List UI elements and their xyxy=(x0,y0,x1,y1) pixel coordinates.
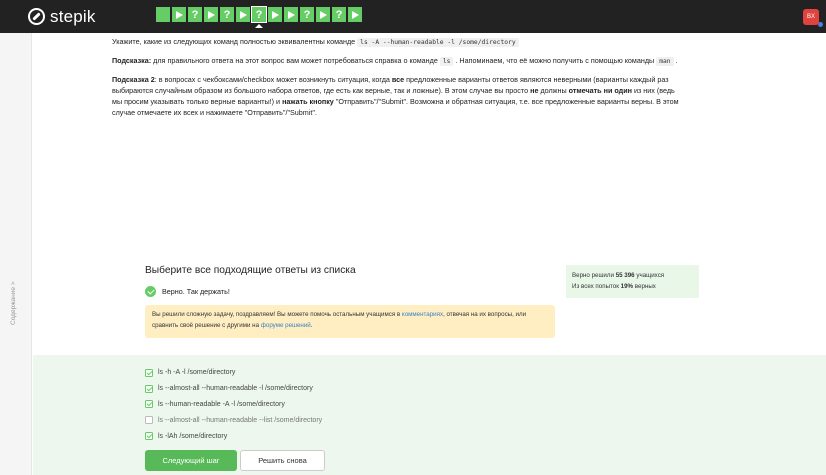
answer-option[interactable]: ls -h -A -l /some/directory xyxy=(145,365,322,381)
check-circle-icon xyxy=(145,286,156,297)
checkbox-checked[interactable] xyxy=(145,384,153,393)
step-quiz-6[interactable]: ? xyxy=(251,6,267,28)
stepik-logo[interactable]: stepik xyxy=(28,6,96,27)
step-quiz-9[interactable]: ? xyxy=(300,7,314,22)
question-intro: Укажите, какие из следующих команд полно… xyxy=(112,36,682,48)
retry-button[interactable]: Решить снова xyxy=(240,450,325,471)
checkbox-checked[interactable] xyxy=(145,368,153,377)
answer-option[interactable]: ls --almost-all --human-readable -l /som… xyxy=(145,381,322,397)
solutions-forum-link[interactable]: форуме решений xyxy=(261,322,311,329)
hint-2: Подсказка 2: в вопросах с чекбоксами/che… xyxy=(112,75,679,117)
checkbox-checked[interactable] xyxy=(145,432,153,441)
answer-option-label: ls -lAh /some/directory xyxy=(158,432,228,440)
notification-dot xyxy=(818,22,823,27)
verdict: Верно. Так держать! xyxy=(145,286,230,297)
top-bar: stepik ????? BX xyxy=(0,0,826,33)
command-code: ls -A --human-readable -l /some/director… xyxy=(357,38,519,47)
answer-option-label: ls -h -A -l /some/directory xyxy=(158,369,236,377)
toc-toggle[interactable]: Содержание > xyxy=(10,265,20,325)
congrats-notice: Вы решили сложную задачу, поздравляем! В… xyxy=(145,305,555,338)
answer-option[interactable]: ls --almost-all --human-readable --list … xyxy=(145,412,322,428)
stepik-logo-icon xyxy=(28,8,45,25)
step-quiz-2[interactable]: ? xyxy=(188,7,202,22)
comments-link[interactable]: комментариях xyxy=(402,311,443,318)
verdict-text: Верно. Так держать! xyxy=(162,287,230,296)
checkbox-checked[interactable] xyxy=(145,400,153,409)
answer-option[interactable]: ls -lAh /some/directory xyxy=(145,428,322,444)
answer-option-label: ls --human-readable -A -l /some/director… xyxy=(158,400,285,408)
step-video-5[interactable] xyxy=(236,7,250,22)
step-quiz-11[interactable]: ? xyxy=(332,7,346,22)
step-video-10[interactable] xyxy=(316,7,330,22)
checkbox-unchecked[interactable] xyxy=(145,416,153,425)
step-video-12[interactable] xyxy=(348,7,362,22)
toc-sidebar[interactable]: Содержание > xyxy=(0,33,32,475)
answer-option-label: ls --almost-all --human-readable --list … xyxy=(158,416,323,424)
question-text: Укажите, какие из следующих команд полно… xyxy=(112,36,682,125)
avatar[interactable]: BX xyxy=(803,9,819,25)
step-text-0[interactable] xyxy=(156,7,170,22)
step-navigation: ????? xyxy=(156,6,362,28)
answer-options: ls -h -A -l /some/directory ls --almost-a… xyxy=(145,365,322,444)
brand-name: stepik xyxy=(50,6,96,26)
answers-title: Выберите все подходящие ответы из списка xyxy=(145,265,356,276)
step-video-1[interactable] xyxy=(172,7,186,22)
step-video-7[interactable] xyxy=(268,7,282,22)
toc-toggle-label: Содержание > xyxy=(10,281,17,325)
solve-stats: Верно решили 55 396 учащихся Из всех поп… xyxy=(566,265,699,298)
step-video-3[interactable] xyxy=(204,7,218,22)
step-video-8[interactable] xyxy=(284,7,298,22)
next-step-button[interactable]: Следующий шаг xyxy=(145,450,237,471)
answer-option-label: ls --almost-all --human-readable -l /som… xyxy=(158,385,313,393)
step-quiz-4[interactable]: ? xyxy=(220,7,234,22)
hint-1: Подсказка: для правильного ответа на это… xyxy=(112,56,678,66)
answer-option[interactable]: ls --human-readable -A -l /some/director… xyxy=(145,397,322,413)
